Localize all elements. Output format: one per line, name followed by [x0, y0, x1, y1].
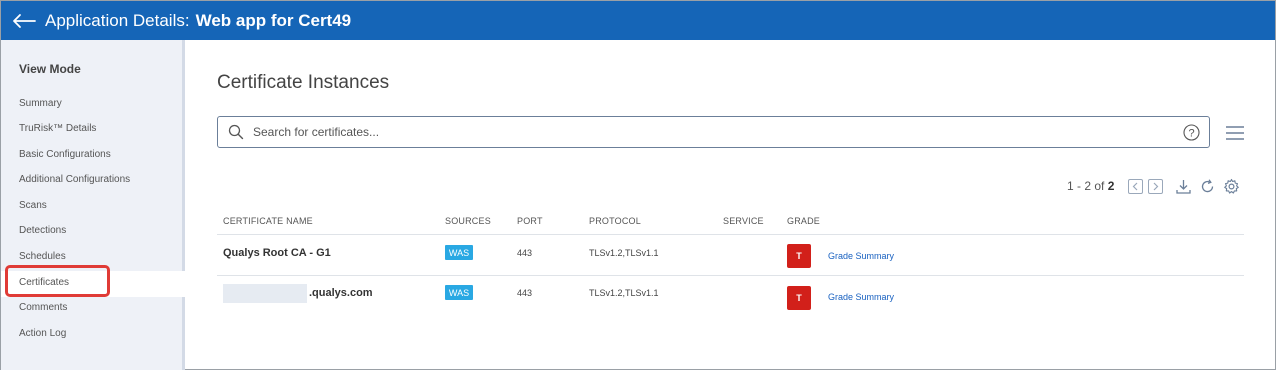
- search-input[interactable]: [253, 125, 1153, 139]
- grade-summary-link[interactable]: Grade Summary: [828, 251, 894, 261]
- certificate-name-link[interactable]: Qualys Root CA - G1: [223, 247, 331, 259]
- grade-summary-link[interactable]: Grade Summary: [828, 292, 894, 302]
- sidebar-item-action-log[interactable]: Action Log: [19, 328, 66, 339]
- port-value: 443: [517, 288, 533, 298]
- table-header-divider: [217, 234, 1244, 235]
- sidebar-item-scans[interactable]: Scans: [19, 200, 47, 211]
- column-header-protocol[interactable]: PROTOCOL: [589, 216, 641, 226]
- sidebar-item-detections[interactable]: Detections: [19, 225, 66, 236]
- back-button[interactable]: [11, 11, 37, 31]
- source-badge: WAS: [445, 245, 473, 260]
- grade-badge: T: [787, 244, 811, 268]
- header-title-prefix: Application Details:: [45, 10, 190, 30]
- certificate-name-link[interactable]: .qualys.com: [309, 287, 373, 299]
- pagination-text: 1 - 2 of 2: [1067, 179, 1114, 193]
- pagination-total: 2: [1107, 179, 1115, 193]
- download-icon[interactable]: [1175, 178, 1192, 195]
- pagination-range: 1 - 2 of: [1067, 179, 1105, 193]
- page-header-title: Application Details: Web app for Cert49: [45, 11, 351, 31]
- column-header-certificate-name[interactable]: CERTIFICATE NAME: [223, 216, 313, 226]
- grade-badge: T: [787, 286, 811, 310]
- main-content: Certificate Instances ? 1 - 2 of 2: [188, 40, 1275, 370]
- search-icon: [228, 124, 244, 140]
- redacted-hostname: [223, 284, 307, 303]
- column-header-grade[interactable]: GRADE: [787, 216, 820, 226]
- prev-page-button[interactable]: [1128, 179, 1143, 194]
- protocol-value: TLSv1.2,TLSv1.1: [589, 288, 659, 298]
- column-header-port[interactable]: PORT: [517, 216, 543, 226]
- table-row-divider: [217, 275, 1244, 276]
- page-title: Certificate Instances: [217, 72, 390, 93]
- settings-gear-icon[interactable]: [1223, 178, 1240, 195]
- help-icon[interactable]: ?: [1183, 124, 1200, 141]
- sidebar-item-basic-configurations[interactable]: Basic Configurations: [19, 149, 111, 160]
- sidebar-item-summary[interactable]: Summary: [19, 98, 62, 109]
- column-header-service[interactable]: SERVICE: [723, 216, 764, 226]
- next-page-button[interactable]: [1148, 179, 1163, 194]
- app-header: Application Details: Web app for Cert49: [1, 1, 1275, 40]
- certificates-highlight-box: [5, 265, 110, 297]
- chevron-right-icon: [1153, 182, 1159, 191]
- refresh-icon[interactable]: [1199, 178, 1216, 195]
- sidebar-item-additional-configurations[interactable]: Additional Configurations: [19, 174, 130, 185]
- chevron-left-icon: [1132, 182, 1138, 191]
- sidebar-section-title: View Mode: [19, 62, 81, 76]
- header-app-name: Web app for Cert49: [195, 10, 352, 30]
- protocol-value: TLSv1.2,TLSv1.1: [589, 248, 659, 258]
- port-value: 443: [517, 248, 533, 258]
- sidebar-item-comments[interactable]: Comments: [19, 302, 67, 313]
- source-badge: WAS: [445, 285, 473, 300]
- column-header-sources[interactable]: SOURCES: [445, 216, 491, 226]
- sidebar: View Mode Summary TruRisk™ Details Basic…: [1, 40, 185, 370]
- hamburger-menu-icon[interactable]: [1226, 126, 1244, 140]
- arrow-left-icon: [13, 13, 36, 28]
- window-frame: Application Details: Web app for Cert49 V…: [0, 0, 1276, 370]
- search-bar[interactable]: ?: [217, 116, 1210, 148]
- sidebar-item-schedules[interactable]: Schedules: [19, 251, 66, 262]
- svg-text:?: ?: [1188, 128, 1194, 140]
- sidebar-item-trurisk-details[interactable]: TruRisk™ Details: [19, 123, 96, 134]
